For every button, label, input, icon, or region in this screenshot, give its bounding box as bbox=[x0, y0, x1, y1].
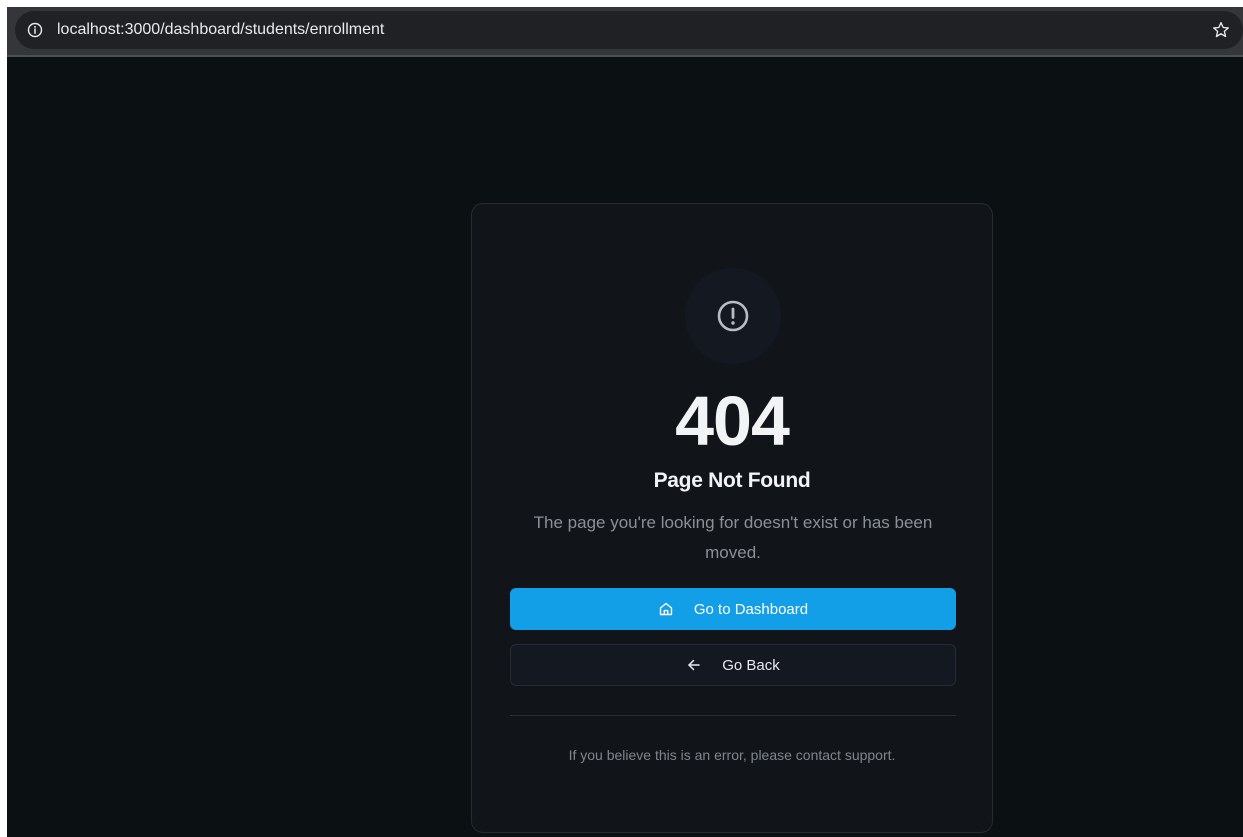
star-outline-icon[interactable] bbox=[1211, 20, 1231, 40]
go-to-dashboard-button[interactable]: Go to Dashboard bbox=[510, 588, 956, 630]
info-circle-icon[interactable] bbox=[27, 22, 43, 38]
address-bar[interactable]: localhost:3000/dashboard/students/enroll… bbox=[15, 11, 1243, 49]
error-description: The page you're looking for doesn't exis… bbox=[533, 513, 933, 562]
error-code: 404 bbox=[675, 382, 790, 460]
divider bbox=[510, 715, 956, 716]
go-back-button[interactable]: Go Back bbox=[510, 644, 956, 686]
go-back-label: Go Back bbox=[722, 656, 780, 674]
browser-window: localhost:3000/dashboard/students/enroll… bbox=[0, 0, 1243, 837]
browser-toolbar: localhost:3000/dashboard/students/enroll… bbox=[7, 7, 1243, 57]
arrow-left-icon bbox=[688, 659, 700, 671]
alert-icon-container bbox=[685, 268, 781, 364]
address-bar-url[interactable]: localhost:3000/dashboard/students/enroll… bbox=[57, 21, 384, 39]
support-note: If you believe this is an error, please … bbox=[568, 747, 896, 763]
page-viewport: 404 Page Not Found The page you're looki… bbox=[7, 57, 1243, 837]
home-icon bbox=[659, 602, 673, 616]
alert-circle-icon bbox=[717, 300, 749, 332]
go-to-dashboard-label: Go to Dashboard bbox=[693, 600, 809, 618]
page-title: Page Not Found bbox=[653, 469, 811, 492]
not-found-card: 404 Page Not Found The page you're looki… bbox=[471, 203, 993, 833]
